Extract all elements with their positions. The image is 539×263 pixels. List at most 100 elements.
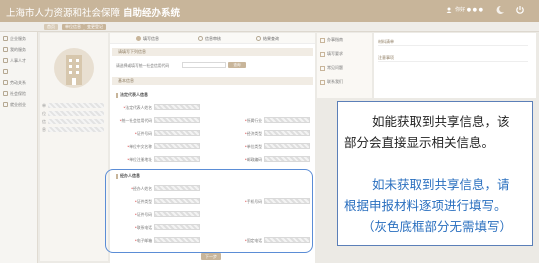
field-label-text: 单位类型	[246, 144, 262, 149]
step-dot	[256, 36, 261, 41]
nav-item[interactable]	[0, 67, 37, 76]
nav-item[interactable]: 社会保险	[0, 89, 37, 98]
side-menu-label: 办事指南	[327, 37, 343, 42]
side-menu-label: 常见问题	[327, 65, 343, 70]
field-label: *单位中文名称	[114, 144, 152, 150]
callout-text: 根据申报材料逐项进行填写。	[344, 198, 507, 213]
nav-item[interactable]: 人事人才	[0, 56, 37, 65]
field-label: *所属行业	[218, 118, 262, 124]
section-header: 基本信息	[112, 77, 313, 85]
breadcrumb-item[interactable]: 单位信息	[62, 24, 84, 30]
step-tabs: 填写信息 信息审核 结果查询	[110, 33, 315, 44]
field-label-text: 单位中文名称	[129, 144, 152, 149]
field-readonly	[264, 117, 310, 123]
field-label: *经济类型	[218, 131, 262, 137]
tab-label: 填写信息	[143, 36, 159, 41]
profile-label: 信	[42, 119, 46, 124]
info-highlight-frame	[105, 169, 313, 253]
power-icon[interactable]	[515, 5, 525, 15]
app-title: 上海市人力资源和社会保障 自助经办系统	[6, 5, 180, 19]
checkbox-icon	[320, 65, 325, 71]
field-label-text: 所属行业	[246, 118, 262, 123]
field-label: *法定代表人姓名	[114, 105, 152, 111]
briefcase-icon	[3, 102, 8, 107]
section-header: 请填写下列信息	[112, 48, 313, 56]
building-icon	[3, 36, 8, 41]
app-title-prefix: 上海市人力资源和社会保障	[6, 8, 121, 19]
nav-item-label: 人事人才	[10, 57, 26, 63]
info-panel: 材料清单 注意事项	[374, 33, 536, 98]
field-readonly	[264, 143, 310, 149]
field-label: *统一社会信用代码	[114, 118, 152, 124]
nav-item-label: 就业创业	[10, 101, 26, 107]
step-dot	[136, 36, 141, 41]
nav-item-label: 我的服务	[10, 46, 26, 52]
top-header: 上海市人力资源和社会保障 自助经办系统 你好 ● ● ●	[0, 0, 539, 22]
credit-code-input[interactable]	[182, 62, 226, 68]
people-icon	[3, 58, 8, 63]
field-readonly	[154, 156, 200, 162]
field-label-text: 证件号码	[136, 131, 152, 136]
app-title-main: 自助经办系统	[123, 8, 181, 19]
user-menu[interactable]: 你好 ● ● ●	[446, 6, 483, 13]
tab-step-2[interactable]: 信息审核	[198, 35, 221, 42]
user-icon	[446, 7, 452, 13]
shield-icon	[3, 91, 8, 96]
side-menu-item[interactable]: 填写要求	[320, 51, 343, 57]
breadcrumb-item[interactable]: 变更登记	[84, 24, 106, 30]
section-marker	[116, 92, 118, 98]
profile-label: 息	[42, 127, 46, 132]
field-label-text: 邮政编码	[246, 157, 262, 162]
company-profile-panel: 单 位 信 息	[40, 33, 108, 261]
nav-item-label: 企业服务	[10, 35, 26, 41]
nav-item[interactable]: 我的服务	[0, 45, 37, 54]
handshake-icon	[3, 80, 8, 85]
info-panel-row[interactable]: 注意事项	[378, 53, 528, 62]
query-label: 请选择或填写统一社会信用代码	[116, 63, 170, 68]
side-menu-item[interactable]: 办事指南	[320, 37, 343, 43]
callout-text: 部分会直接显示相关信息。	[344, 135, 495, 150]
field-readonly	[154, 104, 200, 110]
subsection-title-text: 法定代表人信息	[120, 92, 148, 97]
tab-label: 信息审核	[205, 36, 221, 41]
field-label: *单位注册地址	[114, 157, 152, 163]
nav-item[interactable]: 劳动关系	[0, 78, 37, 87]
field-label: *证件号码	[114, 131, 152, 137]
grid-icon	[3, 69, 8, 74]
field-label-text: 经济类型	[246, 131, 262, 136]
callout-text: 如能获取到共享信息，该	[372, 114, 510, 129]
left-nav: 企业服务 我的服务 人事人才 劳动关系 社会保险 就业创业	[0, 32, 38, 263]
tab-step-1[interactable]: 填写信息	[136, 35, 159, 42]
step-dot	[198, 36, 203, 41]
breadcrumb-home[interactable]: 首页	[44, 24, 58, 30]
side-menu-item[interactable]: 联系我们	[320, 79, 343, 85]
subsection-title: 法定代表人信息	[116, 92, 148, 98]
profile-value	[48, 111, 104, 116]
info-panel-row[interactable]: 材料清单	[378, 37, 528, 46]
checkbox-icon	[320, 51, 325, 57]
tab-step-3[interactable]: 结果查询	[256, 35, 279, 42]
query-button[interactable]: 查询	[228, 62, 246, 68]
field-label-text: 单位注册地址	[129, 157, 152, 162]
field-readonly	[264, 130, 310, 136]
user-icon	[3, 47, 8, 52]
nav-item-label: 社会保险	[10, 90, 26, 96]
field-readonly	[264, 156, 310, 162]
next-button[interactable]: 下一步	[201, 253, 221, 260]
field-label: *单位类型	[218, 144, 262, 150]
field-label-text: 法定代表人姓名	[125, 105, 152, 110]
field-readonly	[154, 117, 200, 123]
field-readonly	[154, 143, 200, 149]
nav-item[interactable]: 就业创业	[0, 100, 37, 109]
tab-label: 结果查询	[263, 36, 279, 41]
moon-icon[interactable]	[495, 5, 505, 15]
callout-text: 如未获取到共享信息，请	[372, 177, 510, 192]
side-menu: 办事指南 填写要求 常见问题 联系我们	[317, 33, 372, 98]
profile-value	[48, 119, 104, 124]
callout-text: （灰色底框部分无需填写）	[362, 219, 513, 234]
field-label: *邮政编码	[218, 157, 262, 163]
nav-item[interactable]: 企业服务	[0, 34, 37, 43]
side-menu-item[interactable]: 常见问题	[320, 65, 343, 71]
profile-label: 单	[42, 103, 46, 108]
user-name: 你好 ● ● ●	[455, 7, 483, 13]
